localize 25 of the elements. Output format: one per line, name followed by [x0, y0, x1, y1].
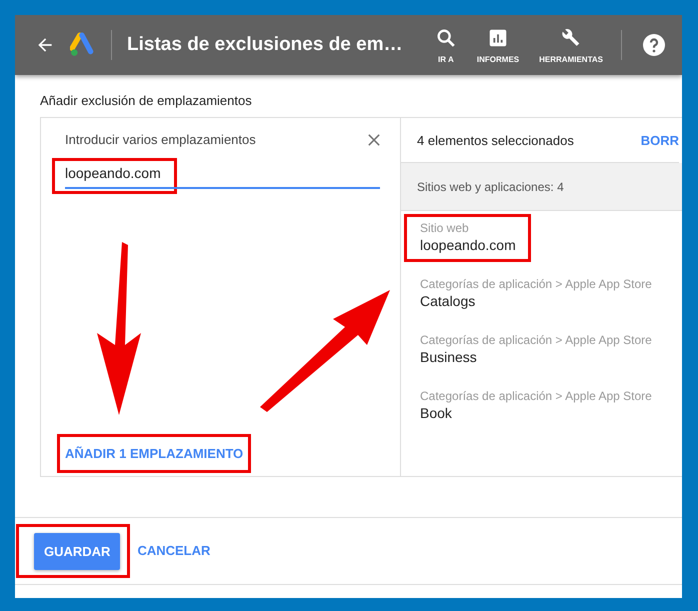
item-name: loopeando.com: [420, 237, 516, 253]
nav-button[interactable]: IR A: [426, 24, 465, 66]
item-name: Book: [420, 405, 453, 421]
help-icon[interactable]: [642, 33, 666, 57]
nav-button[interactable]: HERRAMIENTAS: [531, 24, 611, 66]
close-icon[interactable]: [368, 134, 380, 146]
input-field[interactable]: loopeando.com: [65, 165, 380, 189]
item-category: Categorías de aplicación > Apple App Store: [420, 333, 652, 347]
search-icon: [434, 26, 457, 48]
section-title: Añadir exclusión de emplazamientos: [39, 92, 253, 107]
item-category: Sitio web: [420, 221, 470, 235]
cancel-button[interactable]: CANCELAR: [137, 543, 210, 558]
group-label: Sitios web y aplicaciones: 4: [417, 180, 564, 194]
item-category: Categorías de aplicación > Apple App Store: [420, 277, 652, 291]
clear-link[interactable]: BORR: [640, 132, 679, 148]
item-name: Business: [420, 349, 478, 365]
nav-button[interactable]: INFORMES: [468, 24, 528, 66]
add-button[interactable]: AÑADIR 1 EMPLAZAMIENTO: [65, 444, 244, 463]
item-name: Catalogs: [420, 293, 476, 309]
selection-count: 4 elementos seleccionados: [417, 132, 574, 148]
save-button[interactable]: GUARDAR: [34, 532, 120, 570]
item-category: Categorías de aplicación > Apple App Store: [420, 389, 652, 403]
page-title: Listas de exclusiones de em…: [127, 34, 403, 56]
field-label: Introducir varios emplazamientos: [65, 132, 256, 147]
logo-icon: [70, 32, 96, 58]
